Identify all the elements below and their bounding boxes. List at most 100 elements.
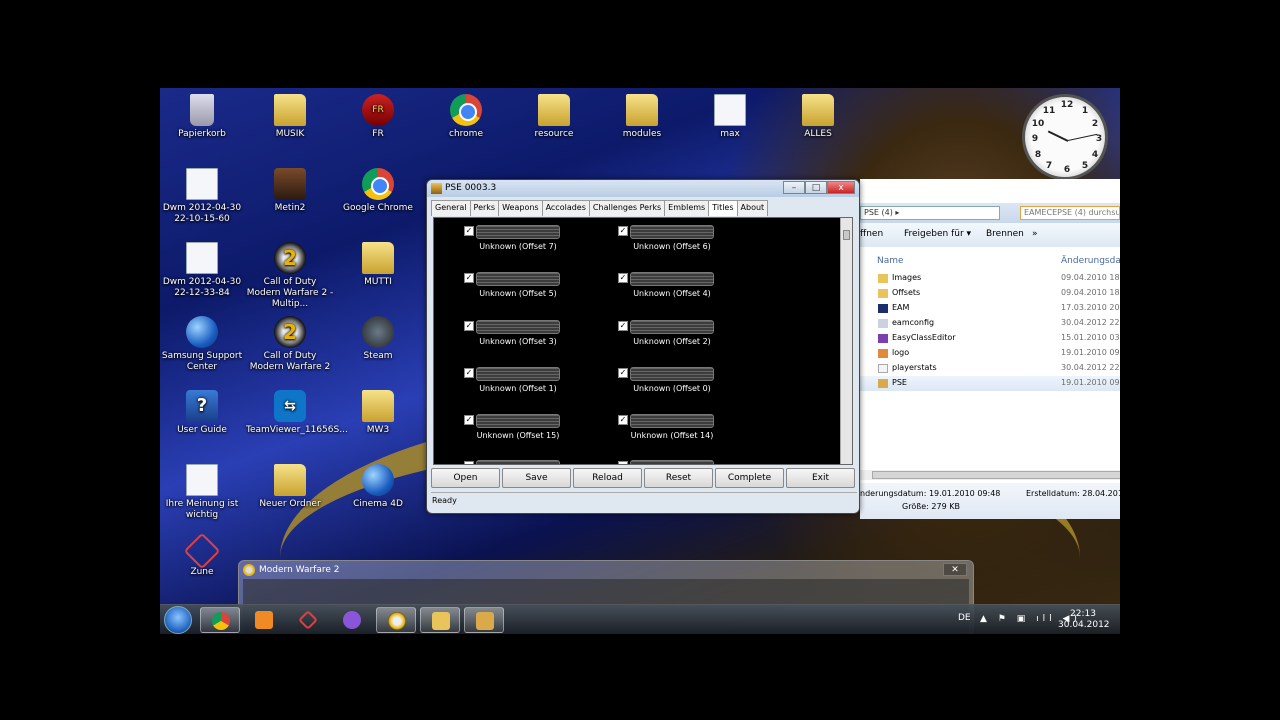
folder-icon — [802, 94, 834, 126]
explorer-path-field[interactable]: PSE (4) ▸ — [860, 206, 1000, 220]
share-button[interactable]: Freigeben für ▾ — [904, 229, 971, 239]
file-row[interactable]: Images09.04.2010 18:5 — [860, 271, 1120, 286]
title-checkbox[interactable]: ✓ — [464, 273, 474, 283]
taskbar-item-chrome[interactable] — [200, 607, 240, 633]
title-checkbox[interactable]: ✓ — [464, 226, 474, 236]
titles-scrollbar[interactable] — [840, 218, 852, 464]
complete-button[interactable]: Complete — [715, 468, 784, 488]
desktop-icon-papierkorb[interactable]: Papierkorb — [160, 94, 246, 140]
scrollbar-thumb[interactable] — [872, 471, 1120, 479]
desktop-icon-zune[interactable]: Zune — [160, 532, 246, 578]
desktop-icon-cod[interactable]: 2 Call of Duty Modern Warfare 2 — [246, 316, 334, 373]
language-indicator[interactable]: DE — [958, 613, 971, 623]
file-row[interactable]: logo19.01.2010 09:1 — [860, 346, 1120, 361]
title-checkbox[interactable]: ✓ — [618, 415, 628, 425]
tab-perks[interactable]: Perks — [469, 200, 500, 216]
desktop-icon-dwm-2[interactable]: Dwm 2012-04-30 22-12-33-84 — [160, 242, 246, 299]
reload-button[interactable]: Reload — [573, 468, 642, 488]
file-icon — [714, 94, 746, 126]
close-button[interactable]: ✕ — [943, 563, 967, 576]
tray-clock[interactable]: 22:13 30.04.2012 — [1058, 609, 1110, 631]
save-button[interactable]: Save — [502, 468, 571, 488]
desktop-icon-google-chrome[interactable]: Google Chrome — [334, 168, 422, 214]
pse-window[interactable]: PSE 0003.3 – □ x General Perks Weapons A… — [426, 179, 860, 514]
desktop-icon-mw3[interactable]: MW3 — [334, 390, 422, 436]
file-row[interactable]: Offsets09.04.2010 18:5 — [860, 286, 1120, 301]
desktop-icon-resource[interactable]: resource — [510, 94, 598, 140]
taskbar-item-media-player[interactable] — [244, 607, 284, 633]
desktop-icon-cinema4d[interactable]: Cinema 4D — [334, 464, 422, 510]
tab-general[interactable]: General — [431, 200, 471, 216]
desktop-icon-teamviewer[interactable]: ⇆ TeamViewer_11656S... — [246, 390, 348, 436]
desktop-icon-metin2[interactable]: Metin2 — [246, 168, 334, 214]
desktop-icon-modules[interactable]: modules — [598, 94, 686, 140]
open-button[interactable]: ffnen — [860, 229, 883, 239]
desktop-icon-musik[interactable]: MUSIK — [246, 94, 334, 140]
desktop-icon-chrome[interactable]: chrome — [422, 94, 510, 140]
title-checkbox[interactable]: ✓ — [618, 321, 628, 331]
start-button[interactable] — [164, 606, 192, 634]
desktop-icon-samsung[interactable]: Samsung Support Center — [160, 316, 246, 373]
reset-button[interactable]: Reset — [644, 468, 713, 488]
desktop-icon-fr[interactable]: FR FR — [334, 94, 422, 140]
desktop-icon-max[interactable]: max — [686, 94, 774, 140]
pse-titlebar[interactable]: PSE 0003.3 – □ x — [427, 180, 859, 197]
scrollbar-thumb[interactable] — [843, 230, 850, 240]
open-button[interactable]: Open — [431, 468, 500, 488]
app-icon — [878, 304, 888, 313]
desktop-icon-neuer-ordner[interactable]: Neuer Ordner — [246, 464, 334, 510]
title-checkbox[interactable]: ✓ — [464, 368, 474, 378]
burn-button[interactable]: Brennen — [986, 229, 1024, 239]
explorer-horizontal-scrollbar[interactable] — [860, 470, 1120, 480]
title-entry: ✓ Unknown (Offset 6) — [618, 223, 748, 259]
taskbar-item-app[interactable] — [332, 607, 372, 633]
tab-emblems[interactable]: Emblems — [664, 200, 710, 216]
title-checkbox[interactable] — [464, 461, 474, 464]
taskbar-item-zune[interactable] — [288, 607, 328, 633]
title-entry: ✓ Unknown (Offset 4) — [618, 270, 748, 306]
title-bar — [476, 367, 560, 381]
file-row[interactable]: playerstats30.04.2012 22:1 — [860, 361, 1120, 376]
tab-about[interactable]: About — [736, 200, 769, 216]
title-checkbox[interactable]: ✓ — [464, 415, 474, 425]
taskbar-item-modern-warfare-2[interactable] — [376, 607, 416, 633]
taskbar-item-explorer[interactable] — [420, 607, 460, 633]
title-checkbox[interactable] — [618, 461, 628, 464]
clock-gadget[interactable]: 12 1 2 3 4 5 6 7 8 9 10 11 — [1022, 94, 1108, 180]
title-checkbox[interactable]: ✓ — [618, 226, 628, 236]
pse-icon — [476, 612, 494, 630]
desktop-icon-steam[interactable]: Steam — [334, 316, 422, 362]
column-date[interactable]: Änderungsdatu — [1061, 256, 1120, 266]
explorer-details-pane: nderungsdatum: 19.01.2010 09:48 Erstelld… — [860, 483, 1120, 519]
file-row[interactable]: eamconfig30.04.2012 22:1 — [860, 316, 1120, 331]
tab-titles[interactable]: Titles — [708, 200, 738, 216]
desktop-icon-alles[interactable]: ALLES — [774, 94, 862, 140]
cinema4d-icon — [362, 464, 394, 496]
file-row[interactable]: EAM17.03.2010 20:4 — [860, 301, 1120, 316]
tab-challenges-perks[interactable]: Challenges Perks — [588, 200, 666, 216]
title-checkbox[interactable]: ✓ — [618, 368, 628, 378]
file-row-selected[interactable]: PSE19.01.2010 09:4 — [860, 376, 1120, 391]
tab-accolades[interactable]: Accolades — [541, 200, 590, 216]
exit-button[interactable]: Exit — [786, 468, 855, 488]
tab-weapons[interactable]: Weapons — [498, 200, 543, 216]
close-button[interactable]: x — [827, 181, 855, 194]
explorer-window[interactable]: PSE (4) ▸ EAMECEPSE (4) durchsuch ffnen … — [860, 179, 1120, 519]
title-checkbox[interactable]: ✓ — [618, 273, 628, 283]
game-icon: FR — [362, 94, 394, 126]
more-button[interactable]: » — [1032, 229, 1038, 239]
title-entry: ✓ Unknown (Offset 2) — [618, 318, 748, 354]
desktop-icon-dwm-1[interactable]: Dwm 2012-04-30 22-10-15-60 — [160, 168, 246, 225]
file-row[interactable]: EasyClassEditor15.01.2010 03:5 — [860, 331, 1120, 346]
desktop-icon-cod-mp[interactable]: 2 Call of Duty Modern Warfare 2 - Multip.… — [246, 242, 334, 310]
maximize-button[interactable]: □ — [805, 181, 827, 194]
title-checkbox[interactable]: ✓ — [464, 321, 474, 331]
explorer-search-field[interactable]: EAMECEPSE (4) durchsuch — [1020, 206, 1120, 220]
desktop-icon-user-guide[interactable]: ? User Guide — [160, 390, 246, 436]
title-bar — [476, 460, 560, 464]
desktop-icon-mutti[interactable]: MUTTI — [334, 242, 422, 288]
minimize-button[interactable]: – — [783, 181, 805, 194]
taskbar-item-pse[interactable] — [464, 607, 504, 633]
column-name[interactable]: Name — [877, 256, 904, 266]
desktop-icon-feedback[interactable]: Ihre Meinung ist wichtig — [160, 464, 246, 521]
